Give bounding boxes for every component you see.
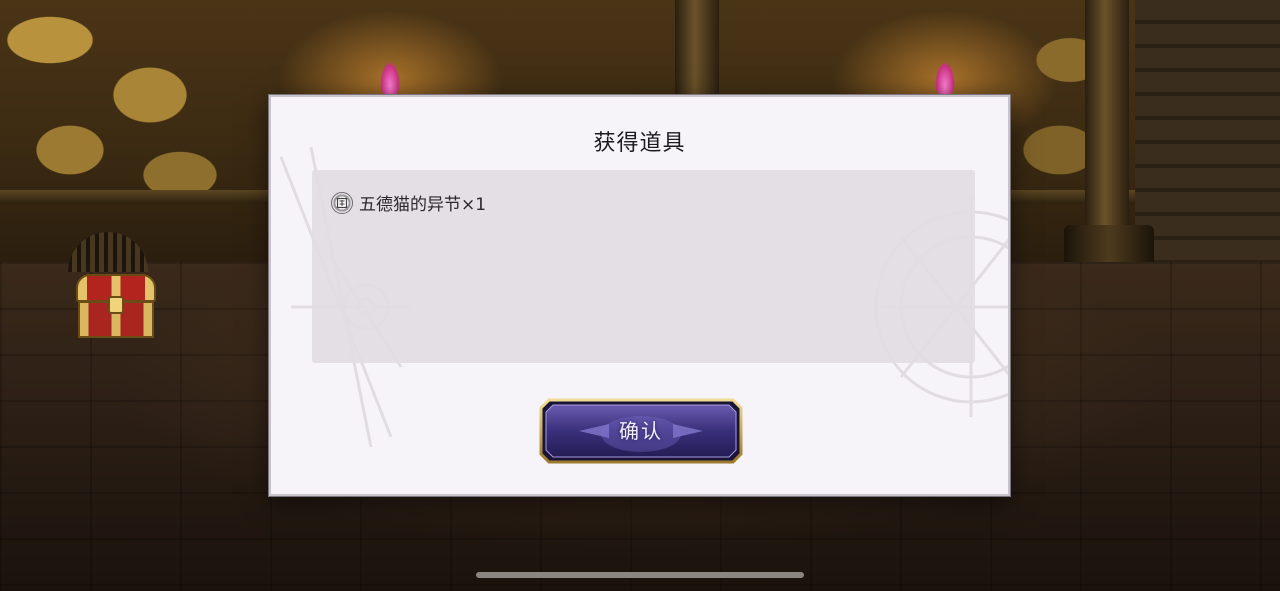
torch-flame xyxy=(935,62,955,96)
confirm-button[interactable]: 确认 xyxy=(539,398,743,464)
stone-stairs xyxy=(1135,0,1280,275)
scroll-badge-icon xyxy=(331,191,353,214)
home-indicator[interactable] xyxy=(476,572,804,578)
torch-flame xyxy=(380,62,400,96)
stone-pillar xyxy=(675,0,719,100)
dialog-title: 获得道具 xyxy=(593,131,686,156)
reward-dialog: 获得道具 五德猫的异节×1 确认 xyxy=(269,95,1010,496)
reward-item[interactable]: 五德猫的异节×1 xyxy=(331,190,486,215)
reward-item-name: 五德猫的异节×1 xyxy=(359,195,487,215)
reward-list-panel: 五德猫的异节×1 xyxy=(312,170,975,363)
treasure-chest[interactable] xyxy=(76,274,156,338)
chest-lock-icon xyxy=(108,296,124,314)
confirm-button-label: 确认 xyxy=(619,419,663,443)
